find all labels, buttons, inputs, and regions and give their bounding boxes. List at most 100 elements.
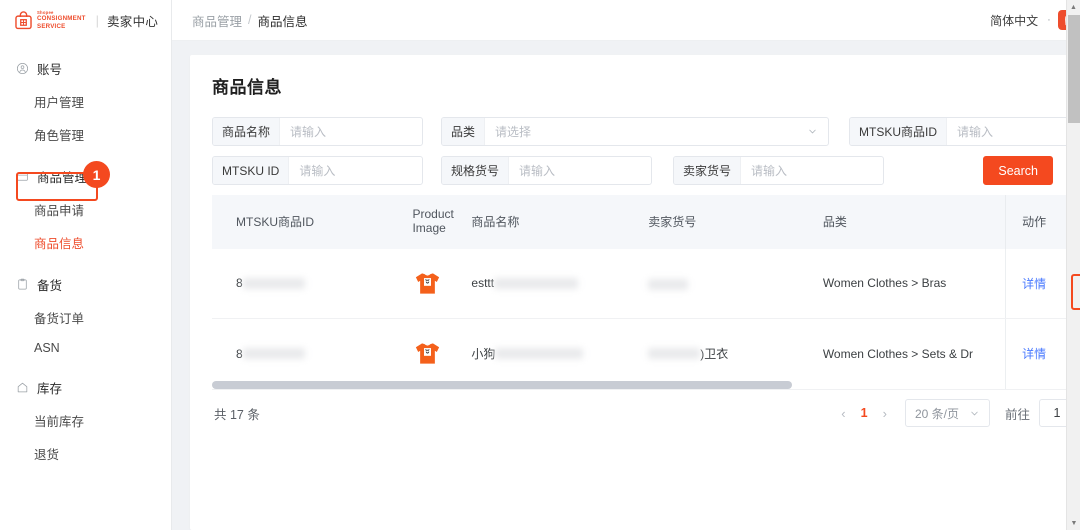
total-count-label: 共 17 条 [214,404,260,423]
vertical-scroll-thumb[interactable] [1068,15,1080,123]
table-row[interactable]: 8 [212,319,1080,389]
field-label-category: 品类 [442,118,485,145]
language-separator-dot: · [1047,14,1051,26]
pager-controls: ‹ 1 › 20 条/页 前往 跳转 [838,399,1080,427]
redacted-value [648,279,688,290]
nav-spacer [0,362,171,371]
redacted-value [648,348,700,359]
product-name-prefix: esttt [471,276,494,290]
table-row[interactable]: 8 [212,249,1080,319]
field-mtsku-product-id[interactable]: MTSKU商品ID [849,117,1080,146]
product-info-card: 商品信息 商品名称 品类 请选择 [190,55,1080,530]
chevron-right-icon[interactable]: › [880,406,890,421]
sidebar-group-inventory[interactable]: 库存 [0,371,171,404]
field-product-name[interactable]: 商品名称 [212,117,423,146]
table-horizontal-scrollbar[interactable] [212,381,1080,389]
cell-category: Women Clothes > Bras [823,249,1006,319]
sidebar-item-label: 商品信息 [34,237,84,251]
sidebar-item-label: 当前库存 [34,415,84,429]
sidebar-group-stocking[interactable]: 备货 [0,268,171,301]
brand-wordmark: Shopee CONSIGNMENT SERVICE [37,11,86,30]
sidebar-item-current-inventory[interactable]: 当前库存 [0,404,171,437]
detail-link[interactable]: 详情 [1022,347,1046,361]
cell-mtsku-product-id: 8 [212,249,412,319]
sidebar-group-product-label: 商品管理 [37,167,87,186]
page-number-1[interactable]: 1 [858,406,871,420]
column-header-category: 品类 [823,195,1006,249]
sidebar-item-product-info[interactable]: 商品信息 [0,226,171,259]
search-button[interactable]: Search [983,156,1053,185]
sidebar-group-stocking-label: 备货 [37,275,62,294]
sidebar-item-label: 备货订单 [34,312,84,326]
breadcrumb-separator: / [248,13,251,27]
sidebar-item-role-management[interactable]: 角色管理 [0,118,171,151]
cell-product-image [412,319,471,389]
field-spec-sku[interactable]: 规格货号 [441,156,652,185]
brand-service-text: SERVICE [37,24,86,30]
orange-sweater-icon [412,268,443,299]
home-icon [16,381,29,394]
main-area: 商品管理 / 商品信息 简体中文 · Shopee卖家 商品信息 [172,0,1080,530]
search-form-row-1: 商品名称 品类 请选择 [212,117,1080,146]
seller-center-label: 卖家中心 [107,11,158,30]
field-category[interactable]: 品类 请选择 [441,117,829,146]
nav-spacer [0,259,171,268]
mtsku-product-id-input[interactable] [947,118,1080,145]
seller-sku-input[interactable] [741,157,884,184]
user-circle-icon [16,62,29,75]
product-name-suffix: )卫衣 [700,345,728,362]
cell-seller-sku [648,249,823,319]
field-mtsku-id[interactable]: MTSKU ID [212,156,423,185]
sidebar-item-product-application[interactable]: 商品申请 [0,193,171,226]
sidebar-item-label: 角色管理 [34,129,84,143]
search-form: 商品名称 品类 请选择 [212,117,1080,185]
table-horizontal-scroll-thumb[interactable] [212,381,792,389]
sidebar-item-returns[interactable]: 退货 [0,437,171,470]
browser-vertical-scrollbar[interactable]: ▲ ▼ [1066,0,1080,530]
brand-header[interactable]: Shopee CONSIGNMENT SERVICE | 卖家中心 [0,0,171,41]
category-value: Women Clothes > Sets & Dr [823,347,973,361]
app-root: Shopee CONSIGNMENT SERVICE | 卖家中心 账号 用户管… [0,0,1080,530]
cell-product-name: 小狗 [471,319,648,389]
sidebar-item-label: 商品申请 [34,204,84,218]
field-label-product-name: 商品名称 [213,118,280,145]
cell-category: Women Clothes > Sets & Dr [823,319,1006,389]
product-name-prefix: 小狗 [471,345,495,362]
detail-link[interactable]: 详情 [1022,277,1046,291]
cell-product-image [412,249,471,319]
spec-sku-input[interactable] [509,157,652,184]
annotation-badge-1: 1 [83,161,110,188]
page-size-select[interactable]: 20 条/页 [905,399,990,427]
redacted-value [243,348,305,359]
scroll-up-arrow-icon[interactable]: ▲ [1067,0,1080,14]
redacted-value [243,278,305,289]
sidebar-item-label: 用户管理 [34,96,84,110]
cell-seller-sku: )卫衣 [648,319,823,389]
clipboard-icon [16,278,29,291]
category-select[interactable]: 请选择 [485,118,828,145]
field-label-seller-sku: 卖家货号 [674,157,741,184]
breadcrumb-parent[interactable]: 商品管理 [192,11,242,30]
brand-logo: Shopee CONSIGNMENT SERVICE [14,11,86,30]
scroll-down-arrow-icon[interactable]: ▼ [1067,516,1080,530]
table-head: MTSKU商品ID Product Image 商品名称 卖家货号 品类 [212,195,1080,249]
sidebar-item-user-management[interactable]: 用户管理 [0,85,171,118]
product-box-icon [16,170,29,183]
mtsku-id-input[interactable] [289,157,423,184]
sidebar-group-account-label: 账号 [37,59,62,78]
table-body: 8 [212,249,1080,389]
chevron-down-icon [969,408,980,419]
shopping-bag-icon [14,11,33,30]
nav-spacer [0,151,171,160]
chevron-left-icon[interactable]: ‹ [838,406,848,421]
sidebar-item-label: ASN [34,341,60,355]
column-header-product-image-line1: Product [412,208,471,222]
sidebar-item-asn[interactable]: ASN [0,334,171,362]
category-value: Women Clothes > Bras [823,276,947,290]
field-seller-sku[interactable]: 卖家货号 [673,156,884,185]
field-label-mtsku-product-id: MTSKU商品ID [850,118,947,145]
product-name-input[interactable] [280,118,423,145]
sidebar-item-stocking-order[interactable]: 备货订单 [0,301,171,334]
sidebar-group-account[interactable]: 账号 [0,52,171,85]
language-selector[interactable]: 简体中文 [990,12,1038,29]
